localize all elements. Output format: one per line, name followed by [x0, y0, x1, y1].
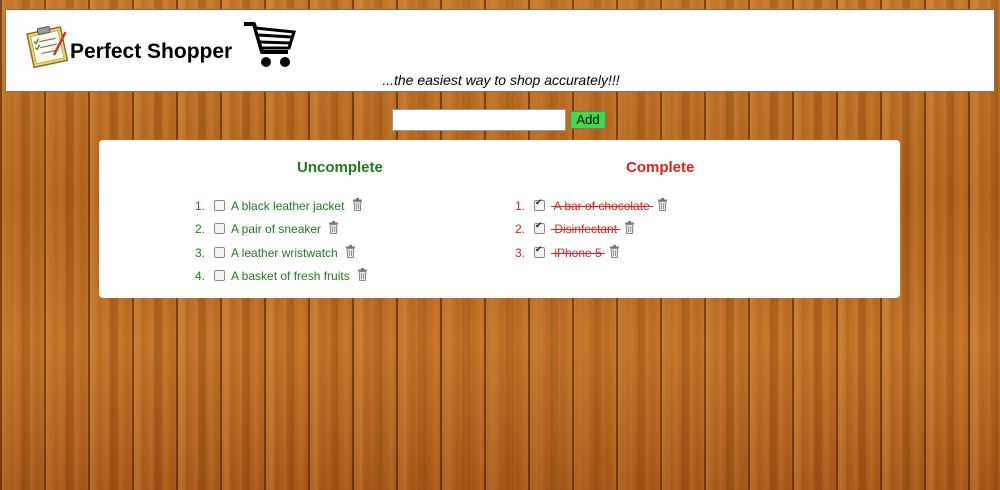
trash-icon[interactable] [624, 221, 635, 235]
trash-icon[interactable] [609, 244, 620, 258]
item-label: Disinfectant [551, 222, 621, 237]
item-number: 1. [194, 199, 205, 213]
item-checkbox[interactable] [534, 198, 545, 211]
list-item: 1. A black leather jacket [189, 198, 368, 221]
trash-icon[interactable] [657, 198, 668, 211]
trash-icon[interactable] [357, 267, 368, 281]
item-number: 4. [194, 268, 205, 283]
list-item: 3. A leather wristwatch [189, 244, 368, 268]
app-header: Perfect Shopper ...the easiest way to sh… [5, 9, 995, 92]
lists-panel: Uncomplete Complete 1. A black leather ja… [99, 140, 900, 298]
item-checkbox[interactable] [534, 245, 545, 258]
item-checkbox[interactable] [214, 269, 225, 281]
trash-icon[interactable] [352, 198, 363, 211]
item-checkbox[interactable] [214, 246, 225, 258]
item-label: A pair of sneaker [231, 222, 322, 237]
list-item: 1. A bar of chocolate [509, 198, 668, 221]
trash-icon[interactable] [345, 244, 356, 258]
item-label: A bar of chocolate [551, 199, 654, 213]
app-tagline: ...the easiest way to shop accurately!!! [382, 72, 620, 88]
list-item: 2. Disinfectant [509, 221, 668, 244]
item-checkbox[interactable] [214, 200, 225, 211]
list-item: 2. A pair of sneaker [189, 221, 368, 244]
item-checkbox[interactable] [534, 221, 545, 235]
item-checkbox[interactable] [214, 223, 225, 235]
item-label: A basket of fresh fruits [231, 268, 350, 283]
item-number: 2. [194, 222, 205, 237]
item-input[interactable] [392, 109, 566, 131]
shopping-list-icon [26, 26, 69, 69]
uncomplete-list: 1. A black leather jacket 2. A pair of sne… [189, 198, 368, 291]
list-item: 4. A basket of fresh fruits [189, 267, 368, 291]
item-number: 2. [514, 222, 525, 237]
complete-heading: Complete [626, 159, 695, 176]
add-button[interactable]: Add [570, 111, 606, 129]
app-title: Perfect Shopper [70, 40, 233, 63]
list-item: 3. iPhone 5 [509, 244, 668, 268]
item-label: A leather wristwatch [231, 245, 338, 260]
shopping-cart-icon [244, 22, 296, 67]
complete-list: 1. A bar of chocolate 2. Disinfectant 3.… [509, 198, 668, 268]
item-label: iPhone 5 [551, 245, 606, 260]
item-number: 3. [514, 245, 525, 260]
item-label: A black leather jacket [231, 199, 345, 213]
uncomplete-heading: Uncomplete [297, 159, 383, 176]
trash-icon[interactable] [328, 221, 339, 235]
item-number: 3. [194, 245, 205, 260]
item-number: 1. [514, 199, 525, 213]
